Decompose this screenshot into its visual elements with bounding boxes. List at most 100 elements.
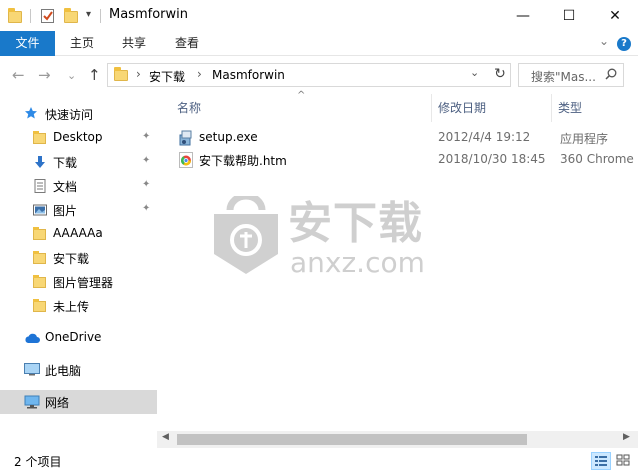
picture-icon bbox=[33, 203, 47, 217]
sidebar-item-label: 文档 bbox=[53, 180, 78, 194]
shield-bag-logo-icon bbox=[214, 196, 278, 274]
file-type: 应用程序 bbox=[560, 132, 609, 146]
sidebar-item-onedrive[interactable]: OneDrive bbox=[0, 326, 157, 350]
address-history-chevron-icon[interactable]: ⌄ bbox=[470, 66, 479, 79]
folder-icon bbox=[33, 131, 47, 145]
file-date: 2018/10/30 18:45 bbox=[438, 152, 546, 166]
help-icon[interactable]: ? bbox=[617, 37, 631, 51]
download-arrow-icon bbox=[33, 155, 47, 169]
sidebar-item-label: 安下载 bbox=[53, 252, 90, 266]
sidebar-item-desktop[interactable]: Desktop ✦ bbox=[0, 126, 157, 150]
scroll-right-icon[interactable]: ▶ bbox=[623, 432, 630, 442]
up-button[interactable]: ↑ bbox=[88, 66, 101, 84]
title-bar: ▾ Masmforwin — ☐ ✕ bbox=[0, 0, 638, 31]
properties-checkmark-icon[interactable] bbox=[41, 8, 55, 24]
horizontal-scrollbar[interactable]: ◀ ▶ bbox=[157, 431, 638, 448]
divider bbox=[30, 9, 31, 23]
sidebar-item-label: 图片 bbox=[53, 204, 78, 218]
address-bar[interactable]: › 安下载 › Masmforwin bbox=[107, 63, 511, 87]
file-row[interactable]: 安下载帮助.htm 2018/10/30 18:45 360 Chrome H bbox=[174, 149, 638, 171]
sidebar-item-documents[interactable]: 文档 ✦ bbox=[0, 174, 157, 198]
watermark: 安下载 anxz.com bbox=[210, 196, 440, 284]
tab-file[interactable]: 文件 bbox=[0, 31, 55, 56]
file-name: 安下载帮助.htm bbox=[199, 154, 287, 168]
divider bbox=[100, 9, 101, 23]
file-row[interactable]: setup.exe 2012/4/4 19:12 应用程序 bbox=[174, 127, 638, 149]
chrome-html-icon bbox=[178, 152, 194, 168]
scrollbar-thumb[interactable] bbox=[177, 434, 527, 445]
refresh-button[interactable]: ↻ bbox=[489, 63, 511, 85]
sidebar-item-label: 图片管理器 bbox=[53, 276, 114, 290]
tab-home[interactable]: 主页 bbox=[58, 31, 106, 56]
expand-ribbon-chevron-icon[interactable]: ⌄ bbox=[599, 34, 609, 48]
sidebar-item-label: 未上传 bbox=[53, 300, 90, 314]
network-icon bbox=[24, 395, 40, 409]
item-count: 2 个项目 bbox=[14, 455, 62, 469]
watermark-title: 安下载 bbox=[288, 198, 423, 249]
folder-icon bbox=[33, 227, 47, 241]
status-bar: 2 个项目 bbox=[0, 450, 638, 474]
sidebar-item-label: 快速访问 bbox=[45, 108, 94, 122]
customize-toolbar-chevron-icon[interactable]: ▾ bbox=[86, 9, 91, 25]
pin-icon: ✦ bbox=[142, 131, 151, 142]
sidebar-item-this-pc[interactable]: 此电脑 bbox=[0, 358, 157, 382]
sidebar-item-label: AAAAAa bbox=[53, 226, 103, 240]
pin-icon: ✦ bbox=[142, 203, 151, 214]
star-icon bbox=[24, 106, 38, 120]
cloud-icon bbox=[24, 332, 40, 346]
column-header-date[interactable]: 修改日期 bbox=[438, 94, 486, 122]
document-icon bbox=[33, 179, 47, 193]
minimize-button[interactable]: — bbox=[500, 0, 546, 31]
search-icon bbox=[605, 68, 617, 80]
computer-icon bbox=[24, 363, 40, 377]
sidebar-item-aaaaaa[interactable]: AAAAAa bbox=[0, 222, 157, 246]
sidebar-item-anxiazai[interactable]: 安下载 bbox=[0, 246, 157, 270]
new-folder-icon[interactable] bbox=[64, 8, 78, 24]
sidebar-item-label: 下载 bbox=[53, 156, 78, 170]
folder-icon bbox=[33, 299, 47, 313]
scroll-left-icon[interactable]: ◀ bbox=[162, 432, 169, 442]
column-header-name[interactable]: 名称 bbox=[177, 94, 201, 122]
ribbon-tabs: 文件 主页 共享 查看 ⌄ ? bbox=[0, 31, 638, 56]
tab-view[interactable]: 查看 bbox=[163, 31, 211, 56]
file-type: 360 Chrome H bbox=[560, 152, 638, 166]
column-divider[interactable] bbox=[551, 94, 552, 122]
window-title: Masmforwin bbox=[109, 7, 188, 22]
back-button[interactable]: ← bbox=[12, 66, 25, 84]
forward-button[interactable]: → bbox=[38, 66, 51, 84]
sidebar-item-pictures[interactable]: 图片 ✦ bbox=[0, 198, 157, 222]
file-name: setup.exe bbox=[199, 130, 258, 144]
recent-locations-chevron-icon[interactable]: ⌄ bbox=[67, 67, 76, 85]
maximize-button[interactable]: ☐ bbox=[546, 0, 592, 31]
watermark-url: anxz.com bbox=[290, 246, 425, 279]
column-header-type[interactable]: 类型 bbox=[558, 94, 582, 122]
sidebar-item-label: Desktop bbox=[53, 130, 103, 144]
folder-icon bbox=[33, 251, 47, 265]
sidebar-item-quick-access[interactable]: 快速访问 bbox=[0, 102, 157, 126]
sidebar-item-picture-manager[interactable]: 图片管理器 bbox=[0, 270, 157, 294]
sidebar-item-label: 网络 bbox=[45, 396, 70, 410]
sidebar-item-label: 此电脑 bbox=[45, 364, 82, 378]
pin-icon: ✦ bbox=[142, 155, 151, 166]
column-divider[interactable] bbox=[431, 94, 432, 122]
chevron-right-icon: › bbox=[197, 67, 202, 81]
sidebar-item-label: OneDrive bbox=[45, 330, 102, 344]
details-view-icon[interactable] bbox=[591, 452, 611, 470]
breadcrumb-segment[interactable]: Masmforwin bbox=[212, 68, 285, 82]
large-icons-view-icon[interactable] bbox=[614, 452, 634, 470]
sidebar-item-network[interactable]: 网络 bbox=[0, 390, 157, 414]
sidebar-item-downloads[interactable]: 下载 ✦ bbox=[0, 150, 157, 174]
sort-ascending-icon: ^ bbox=[297, 90, 306, 101]
tab-share[interactable]: 共享 bbox=[110, 31, 158, 56]
chevron-right-icon: › bbox=[136, 67, 141, 81]
folder-icon bbox=[33, 275, 47, 289]
breadcrumb-segment[interactable]: 安下载 bbox=[149, 68, 185, 85]
close-button[interactable]: ✕ bbox=[592, 0, 638, 31]
file-date: 2012/4/4 19:12 bbox=[438, 130, 531, 144]
pin-icon: ✦ bbox=[142, 179, 151, 190]
folder-icon bbox=[8, 8, 22, 24]
setup-exe-icon bbox=[178, 130, 194, 146]
navigation-pane: 快速访问 Desktop ✦ 下载 ✦ 文档 ✦ 图片 ✦ AAAAAa 安下载… bbox=[0, 94, 157, 450]
sidebar-item-not-uploaded[interactable]: 未上传 bbox=[0, 294, 157, 318]
folder-icon bbox=[114, 67, 128, 81]
